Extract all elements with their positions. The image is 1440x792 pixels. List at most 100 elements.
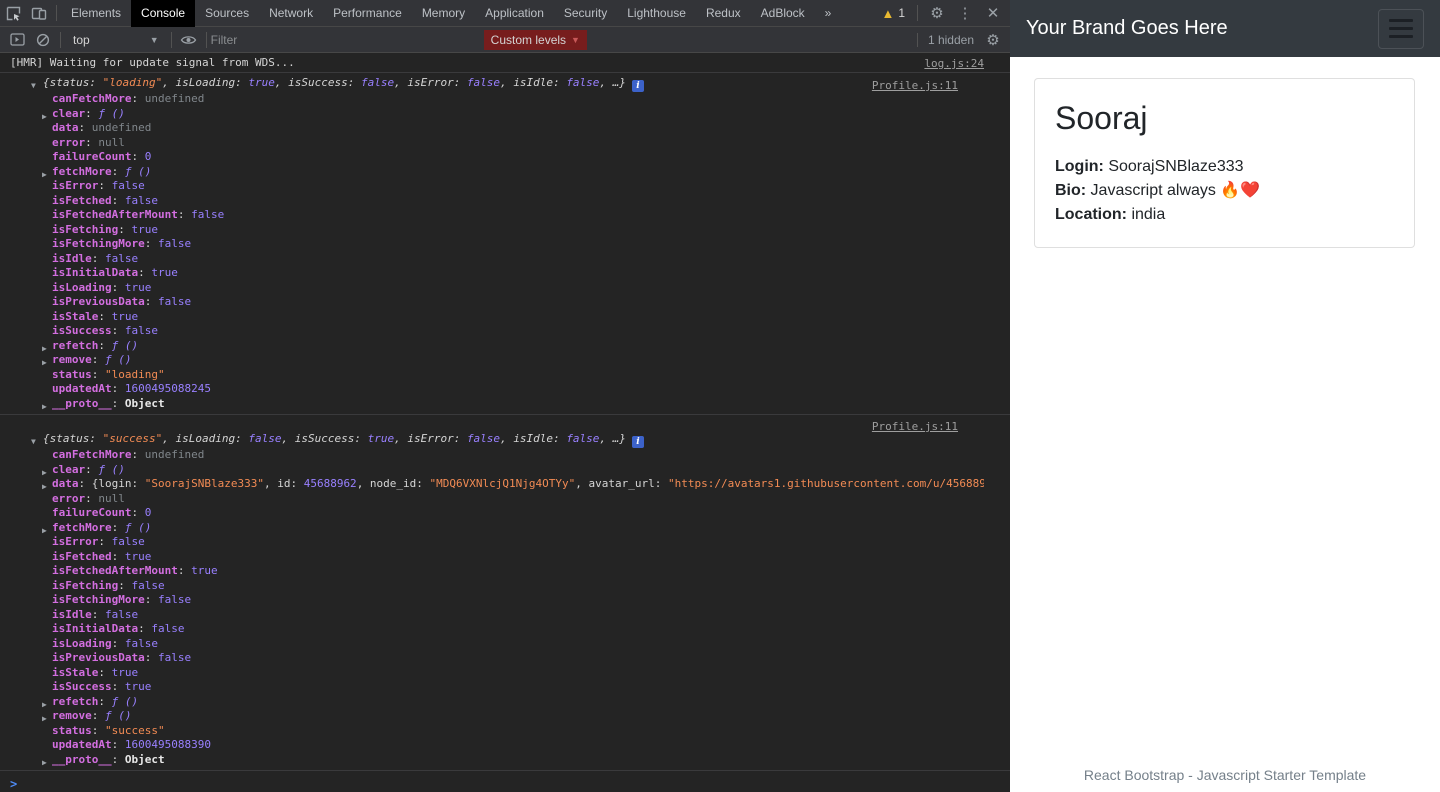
disclosure-collapsed-icon[interactable]: ▶: [42, 356, 47, 368]
key-separator: :: [112, 194, 125, 207]
profile-field-value: SoorajSNBlaze333: [1104, 158, 1244, 175]
settings-gear-icon[interactable]: ⚙: [924, 0, 950, 26]
hamburger-icon-line: [1389, 27, 1413, 30]
key-separator: :: [112, 324, 125, 337]
property-key: isLoading: [52, 637, 112, 650]
profile-field-value: Javascript always 🔥❤️: [1086, 182, 1260, 199]
property-key: isFetching: [52, 579, 118, 592]
tab-network[interactable]: Network: [259, 0, 323, 27]
info-icon[interactable]: i: [632, 80, 644, 92]
divider: [171, 32, 172, 48]
tab-redux[interactable]: Redux: [696, 0, 751, 27]
tab-performance[interactable]: Performance: [323, 0, 412, 27]
tab-elements[interactable]: Elements: [61, 0, 131, 27]
device-toolbar-icon[interactable]: [26, 0, 52, 26]
divider: [60, 32, 61, 48]
value-segment: {: [43, 432, 50, 445]
console-prompt[interactable]: >: [0, 771, 1010, 791]
disclosure-collapsed-icon[interactable]: ▶: [42, 524, 47, 536]
profile-field-label: Bio:: [1055, 182, 1086, 199]
value-segment: :: [454, 432, 467, 445]
value-segment: status: [50, 432, 90, 445]
property-key: updatedAt: [52, 738, 112, 751]
disclosure-collapsed-icon[interactable]: ▶: [42, 756, 47, 768]
disclosure-collapsed-icon[interactable]: ▶: [42, 698, 47, 710]
inspect-element-icon[interactable]: [0, 0, 26, 26]
kebab-menu-icon[interactable]: ⋮: [952, 0, 978, 26]
profile-field-label: Location:: [1055, 206, 1127, 223]
key-separator: :: [145, 237, 158, 250]
page-footer-text: React Bootstrap - Javascript Starter Tem…: [1010, 767, 1440, 783]
disclosure-expanded-icon[interactable]: ▼: [31, 78, 36, 93]
clear-console-icon[interactable]: [30, 27, 56, 53]
value-segment: false: [158, 295, 191, 308]
close-icon[interactable]: ✕: [980, 0, 1006, 26]
disclosure-expanded-icon[interactable]: ▼: [31, 434, 36, 449]
web-page: Your Brand Goes Here Sooraj Login: Soora…: [1010, 0, 1440, 792]
disclosure-collapsed-icon[interactable]: ▶: [42, 712, 47, 724]
key-separator: :: [92, 252, 105, 265]
object-property-row: isFetched: true: [10, 550, 984, 565]
value-segment: Object: [125, 397, 165, 410]
key-separator: :: [131, 506, 144, 519]
disclosure-collapsed-icon[interactable]: ▶: [42, 110, 47, 122]
value-segment: false: [112, 179, 145, 192]
key-separator: :: [98, 666, 111, 679]
object-property-row: isFetchingMore: false: [10, 593, 984, 608]
disclosure-collapsed-icon[interactable]: ▶: [42, 342, 47, 354]
object-property-row: isPreviousData: false: [10, 295, 984, 310]
value-segment: false: [151, 622, 184, 635]
property-key: error: [52, 492, 85, 505]
console-warning-count[interactable]: ▲ 1: [875, 6, 911, 20]
navbar-brand[interactable]: Your Brand Goes Here: [1026, 17, 1228, 40]
tab-memory[interactable]: Memory: [412, 0, 475, 27]
value-segment: ƒ (): [105, 709, 132, 722]
chevron-down-icon: ▼: [571, 35, 580, 45]
object-property-row: isInitialData: false: [10, 622, 984, 637]
value-segment: , …}: [599, 432, 626, 445]
eye-icon[interactable]: [176, 27, 202, 53]
disclosure-collapsed-icon[interactable]: ▶: [42, 400, 47, 412]
console-filter-input[interactable]: [211, 33, 431, 47]
value-segment: :: [454, 76, 467, 89]
object-property-row: ▶clear: ƒ (): [10, 107, 984, 122]
console-sidebar-icon[interactable]: [4, 27, 30, 53]
navbar-toggler-button[interactable]: [1378, 9, 1424, 49]
property-key: isFetchingMore: [52, 593, 145, 606]
object-property-row: isLoading: true: [10, 281, 984, 296]
source-link[interactable]: log.js:24: [924, 57, 984, 70]
log-levels-dropdown[interactable]: Custom levels ▼: [484, 30, 587, 50]
tab-security[interactable]: Security: [554, 0, 617, 27]
object-property-row: error: null: [10, 492, 984, 507]
value-segment: false: [361, 76, 394, 89]
property-key: error: [52, 136, 85, 149]
info-icon[interactable]: i: [632, 436, 644, 448]
tab-lighthouse[interactable]: Lighthouse: [617, 0, 696, 27]
tab-sources[interactable]: Sources: [195, 0, 259, 27]
disclosure-collapsed-icon[interactable]: ▶: [42, 168, 47, 180]
property-key: data: [52, 477, 79, 490]
value-segment: isLoading: [175, 76, 235, 89]
tab-console[interactable]: Console: [131, 0, 195, 27]
tab-adblock[interactable]: AdBlock: [751, 0, 815, 27]
value-segment: {login:: [92, 477, 145, 490]
disclosure-collapsed-icon[interactable]: ▶: [42, 466, 47, 478]
object-property-row: error: null: [10, 136, 984, 151]
tab-application[interactable]: Application: [475, 0, 554, 27]
console-settings-gear-icon[interactable]: ⚙: [980, 27, 1006, 53]
value-segment: false: [105, 608, 138, 621]
object-property-row: failureCount: 0: [10, 506, 984, 521]
object-property-row: ▶remove: ƒ (): [10, 353, 984, 368]
value-segment: false: [125, 194, 158, 207]
key-separator: :: [98, 310, 111, 323]
key-separator: :: [92, 724, 105, 737]
object-property-row: ▶remove: ƒ (): [10, 709, 984, 724]
disclosure-collapsed-icon[interactable]: ▶: [42, 480, 47, 492]
value-segment: false: [191, 208, 224, 221]
value-segment: undefined: [145, 92, 205, 105]
tab-[interactable]: »: [815, 0, 842, 27]
source-link[interactable]: Profile.js:11: [872, 78, 958, 93]
key-separator: :: [112, 281, 125, 294]
context-selector[interactable]: top ▼: [65, 33, 167, 47]
key-separator: :: [131, 150, 144, 163]
